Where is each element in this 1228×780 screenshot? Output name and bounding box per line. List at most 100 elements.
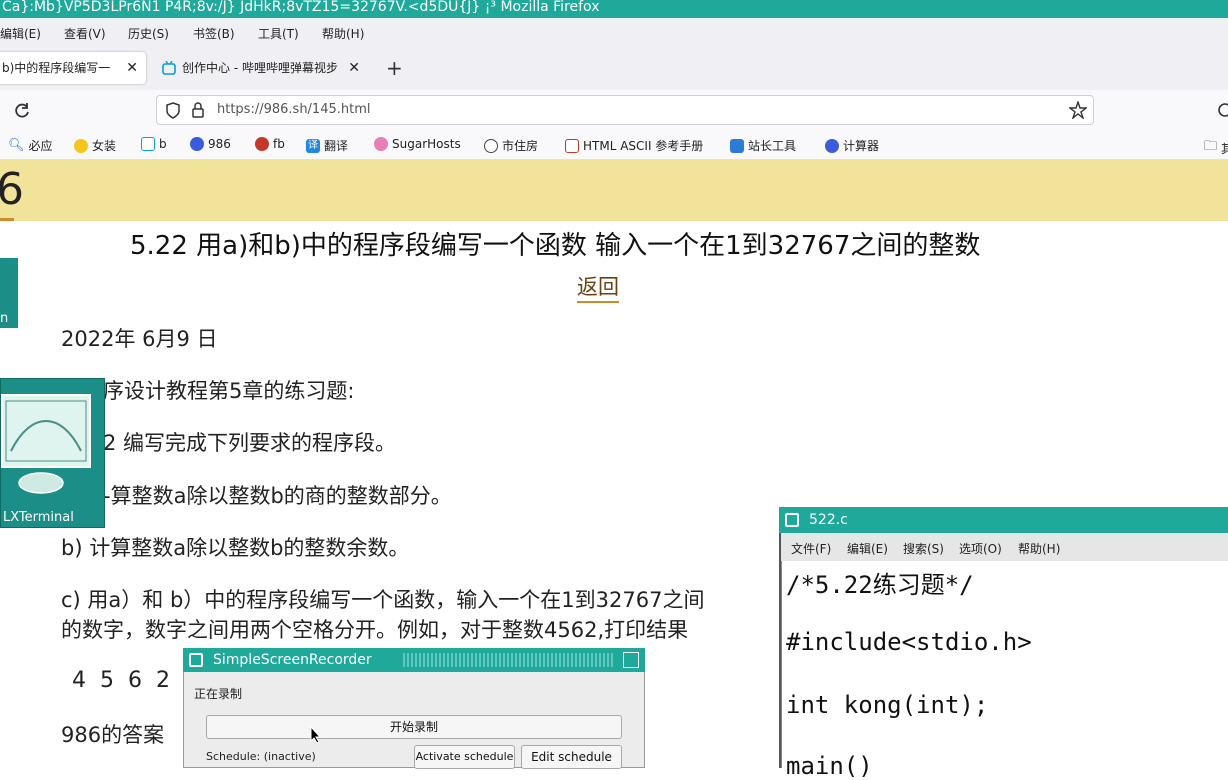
html-icon (565, 138, 579, 153)
menu-help[interactable]: 帮助(H) (322, 25, 364, 42)
paragraph: 的数字，数字之间用两个空格分开。例如，对于整数4562,打印结果 (61, 618, 689, 642)
editor-text-area[interactable]: /*5.22练习题*/ #include<stdio.h> int kong(i… (781, 561, 1228, 780)
globe-icon (484, 138, 498, 153)
new-tab-button[interactable]: + (386, 52, 406, 84)
star-icon[interactable] (1069, 101, 1087, 119)
bookmark-zhufang[interactable]: 市住房 (484, 137, 538, 154)
lxterminal-desktop-icon[interactable]: LXTerminal (0, 378, 105, 528)
bookmark-label: b (159, 137, 167, 151)
window-title: Ca}:Mb}VP5D3LPr6N1 P4R;8v:/J} JdHkR;8vTZ… (0, 0, 1228, 18)
article-date: 2022年 6月9 日 (61, 327, 218, 351)
desktop-icon-partial[interactable]: n (0, 258, 18, 328)
shield-icon[interactable] (165, 102, 181, 120)
editor-menu-edit[interactable]: 编辑(E) (847, 540, 888, 557)
close-tab-icon[interactable]: ✕ (126, 52, 138, 84)
bilibili-icon (141, 137, 155, 151)
menu-bookmarks[interactable]: 书签(B) (193, 25, 235, 42)
face-icon (74, 138, 88, 153)
ssr-titlebar[interactable]: SimpleScreenRecorder (183, 648, 645, 672)
start-recording-button[interactable]: 开始录制 (206, 715, 622, 739)
menu-tools[interactable]: 工具(T) (258, 25, 299, 42)
bookmark-b[interactable]: b (141, 137, 167, 151)
editor-menu-file[interactable]: 文件(F) (791, 540, 831, 557)
bookmark-html-ascii[interactable]: HTML ASCII 参考手册 (565, 137, 703, 154)
tab-bilibili[interactable]: 创作中心 - 哔哩哔哩弹幕视步 ✕ (156, 52, 366, 84)
tab-label: b)中的程序段编写一 (2, 61, 111, 75)
folder-icon: 🗀 (1204, 139, 1218, 154)
bookmark-label: 翻译 (324, 139, 349, 153)
bookmark-986[interactable]: 986 (190, 137, 231, 151)
paragraph: 序设计教程第5章的练习题: (103, 379, 355, 403)
bookmark-label: 必应 (28, 139, 53, 153)
search-icon: 🔍︎ (8, 138, 25, 153)
desktop-icon-label: n (0, 311, 9, 326)
close-tab-icon[interactable]: ✕ (348, 52, 360, 84)
bookmark-label: 站长工具 (748, 139, 797, 153)
menu-history[interactable]: 历史(S) (128, 25, 169, 42)
titlebar-grip (403, 653, 615, 667)
mouse-cursor-icon (310, 726, 322, 744)
window-menu-icon[interactable] (189, 653, 203, 667)
site-logo-fragment: 6 (0, 164, 24, 215)
code-line: int kong(int); (786, 691, 989, 719)
bookmark-label: 市住房 (502, 139, 539, 153)
bookmark-zhanzhang[interactable]: 站长工具 (730, 137, 796, 154)
tool-icon (730, 138, 744, 153)
reload-icon[interactable] (13, 102, 31, 120)
code-line: /*5.22练习题*/ (786, 571, 974, 599)
example-output: 4 5 6 2 (72, 668, 170, 693)
tab-active[interactable]: b)中的程序段编写一 ✕ (0, 52, 146, 84)
answer-heading: 986的答案 (61, 723, 165, 747)
bookmark-bing[interactable]: 🔍︎ 必应 (8, 137, 53, 154)
cloud-icon (374, 137, 388, 151)
menu-view[interactable]: 查看(V) (64, 25, 106, 42)
editor-menu-options[interactable]: 选项(O) (959, 540, 1002, 557)
edit-schedule-button[interactable]: Edit schedule (521, 745, 622, 769)
paragraph: c) 用a）和 b）中的程序段编写一个函数，输入一个在1到32767之间 (61, 588, 705, 612)
article-heading: 5.22 用a)和b)中的程序段编写一个函数 输入一个在1到32767之间的整数 (130, 231, 981, 261)
schedule-label: Schedule: (inactive) (206, 750, 316, 763)
url-bar[interactable]: https://986.sh/145.html (156, 95, 1094, 125)
bookmark-label: 其 (1221, 141, 1228, 156)
bookmark-fb[interactable]: fb (255, 137, 285, 151)
bookmark-label: fb (273, 137, 285, 151)
bookmarks-bar: 🔍︎ 必应 女装 b 986 fb 译 翻译 SugarHosts 市住房 HT… (0, 130, 1228, 160)
maximize-icon[interactable] (623, 652, 639, 668)
window-menu-icon[interactable] (785, 513, 799, 527)
lock-icon[interactable] (191, 102, 205, 118)
activate-schedule-button[interactable]: Activate schedule (414, 745, 515, 769)
tab-label: 创作中心 - 哔哩哔哩弹幕视步 (182, 61, 338, 75)
extension-icon[interactable] (1218, 102, 1228, 118)
bookmark-label: SugarHosts (392, 137, 461, 151)
menu-edit[interactable]: 编辑(E) (0, 25, 41, 42)
editor-menu-help[interactable]: 帮助(H) (1018, 540, 1060, 557)
site-header: 6 (0, 160, 1228, 221)
editor-menu-search[interactable]: 搜索(S) (903, 540, 944, 557)
paragraph: -算整数a除以整数b的商的整数部分。 (103, 484, 452, 508)
bilibili-icon (162, 61, 176, 75)
fb-icon (255, 137, 269, 151)
paw-icon (825, 138, 839, 153)
paw-icon (190, 137, 204, 151)
translate-icon: 译 (306, 138, 320, 153)
ssr-status: 正在录制 (194, 687, 243, 701)
terminal-icon (1, 394, 91, 494)
url-text[interactable]: https://986.sh/145.html (217, 102, 371, 117)
paragraph: b) 计算整数a除以整数b的整数余数。 (61, 536, 410, 560)
code-line: main() (786, 752, 873, 780)
back-link[interactable]: 返回 (577, 271, 619, 303)
editor-title: 522.c (809, 512, 848, 528)
paragraph: 2 编写完成下列要求的程序段。 (103, 431, 397, 455)
bookmark-translate[interactable]: 译 翻译 (306, 137, 348, 154)
bookmark-label: 986 (208, 137, 231, 151)
editor-titlebar[interactable]: 522.c (779, 507, 1228, 533)
editor-menubar: 文件(F) 编辑(E) 搜索(S) 选项(O) 帮助(H) (781, 533, 1228, 561)
ssr-title: SimpleScreenRecorder (213, 652, 372, 668)
bookmark-calculator[interactable]: 计算器 (825, 137, 879, 154)
bookmark-label: HTML ASCII 参考手册 (583, 139, 704, 153)
bookmark-sugarhosts[interactable]: SugarHosts (374, 137, 461, 151)
bookmark-folder[interactable]: 🗀 其 (1204, 137, 1228, 159)
tab-bar: b)中的程序段编写一 ✕ 创作中心 - 哔哩哔哩弹幕视步 ✕ + (0, 46, 1228, 90)
bookmark-nvzhuang[interactable]: 女装 (74, 137, 116, 154)
menubar: 编辑(E) 查看(V) 历史(S) 书签(B) 工具(T) 帮助(H) (0, 18, 1228, 46)
